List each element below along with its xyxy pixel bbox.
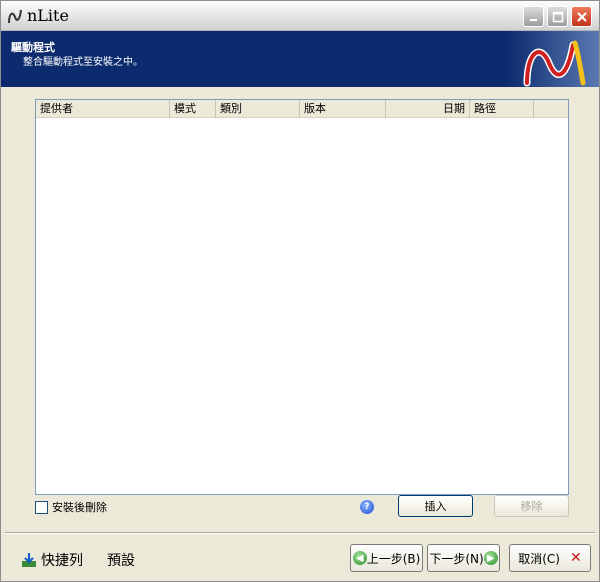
nlite-logo [523,40,586,87]
cancel-button[interactable]: 取消(C) ✕ [509,544,591,572]
back-button[interactable]: ◀ 上一步(B) [350,544,423,572]
insert-button[interactable]: 插入 [398,495,473,517]
column-path[interactable]: 路徑 [470,100,534,118]
page-header: 驅動程式 整合驅動程式至安裝之中。 [1,31,599,87]
cancel-x-icon: ✕ [570,550,582,566]
nlite-window: nLite 驅動程式 整合驅動程式至安裝之中。 提供者 模式 類別 版本 日期 [0,0,600,582]
help-icon[interactable]: ? [360,500,374,514]
close-button[interactable] [571,6,592,27]
presets-label: 預設 [107,553,135,569]
delete-after-install-checkbox[interactable] [35,500,48,514]
footer-divider [5,532,595,534]
quickbar-link[interactable]: 快捷列 [21,550,83,570]
column-class[interactable]: 類別 [216,100,300,118]
driver-list-header: 提供者 模式 類別 版本 日期 路徑 [36,100,568,118]
title-bar[interactable]: nLite [1,1,599,31]
cancel-label: 取消(C) [518,551,560,566]
nlite-logo-icon [8,9,22,24]
page-description: 整合驅動程式至安裝之中。 [23,57,143,68]
next-arrow-icon: ▶ [483,551,498,565]
download-arrow-icon [22,553,36,567]
logo-area [507,31,599,87]
presets-link[interactable]: 預設 [107,550,135,570]
minimize-icon [529,18,537,21]
column-extra[interactable] [534,100,568,118]
driver-list[interactable]: 提供者 模式 類別 版本 日期 路徑 [35,99,569,495]
back-label: 上一步(B) [366,551,421,566]
minimize-button[interactable] [523,6,544,27]
column-mode[interactable]: 模式 [170,100,216,118]
window-title: nLite [27,6,69,25]
column-provider[interactable]: 提供者 [36,100,170,118]
delete-after-install-option[interactable]: 安裝後刪除 [35,499,107,515]
close-icon [576,11,587,22]
maximize-button[interactable] [547,6,568,27]
back-arrow-icon: ◀ [352,551,367,565]
remove-button[interactable]: 移除 [494,495,569,517]
column-date[interactable]: 日期 [386,100,470,118]
next-label: 下一步(N) [429,551,484,566]
delete-after-install-label: 安裝後刪除 [52,501,107,514]
next-button[interactable]: 下一步(N) ▶ [427,544,500,572]
column-version[interactable]: 版本 [300,100,386,118]
maximize-icon [552,11,563,22]
quickbar-label: 快捷列 [41,553,83,569]
